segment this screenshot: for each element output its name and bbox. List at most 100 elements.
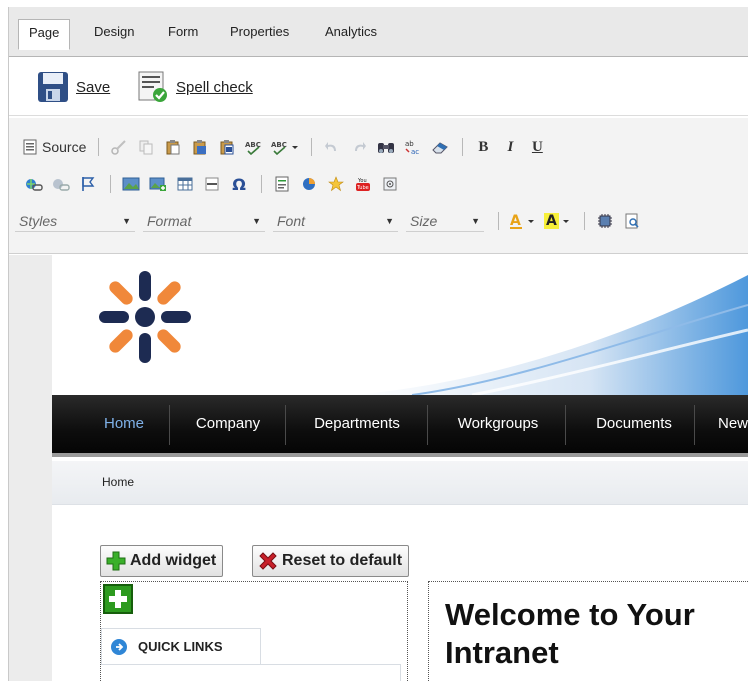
- horizontal-rule-button[interactable]: [201, 173, 223, 195]
- unlink-button[interactable]: [50, 173, 72, 195]
- anchor-button[interactable]: [77, 173, 99, 195]
- company-logo: [99, 271, 191, 363]
- redo-button[interactable]: [348, 136, 370, 158]
- bg-color-button[interactable]: A: [543, 210, 573, 232]
- paste-text-button[interactable]: [189, 136, 211, 158]
- add-widget-zone-button[interactable]: [103, 584, 133, 614]
- form-icon: [275, 176, 289, 192]
- clipboard-icon: [166, 140, 180, 155]
- cut-button[interactable]: [108, 136, 130, 158]
- chevron-down-icon: ▼: [385, 215, 394, 226]
- spell-check-button[interactable]: Spell check: [137, 70, 253, 104]
- special-char-button[interactable]: Ω: [228, 173, 250, 195]
- toolbar-row-3: Styles ▼ Format ▼ Font ▼ Size ▼ A A: [15, 208, 648, 234]
- scissors-icon: [111, 140, 127, 155]
- spell-check-tool-button[interactable]: ABC: [243, 136, 265, 158]
- youtube-bottom-text: Tube: [356, 185, 369, 191]
- text-color-button[interactable]: A: [508, 210, 538, 232]
- show-blocks-button[interactable]: [594, 210, 616, 232]
- text-color-icon: A: [510, 213, 534, 229]
- remove-format-button[interactable]: [429, 136, 451, 158]
- eraser-icon: [432, 142, 449, 154]
- undo-button[interactable]: [321, 136, 343, 158]
- insert-table-button[interactable]: [174, 173, 196, 195]
- svg-text:ac: ac: [411, 148, 419, 155]
- nav-separator: [285, 405, 286, 445]
- insert-link-button[interactable]: [23, 173, 45, 195]
- insert-form-button[interactable]: [271, 173, 293, 195]
- globe-link-icon: [26, 179, 43, 191]
- source-button[interactable]: Source: [23, 139, 86, 155]
- nav-item-documents[interactable]: Documents: [574, 395, 694, 453]
- breadcrumb-bar: Home: [52, 461, 748, 505]
- insert-media-button[interactable]: [147, 173, 169, 195]
- format-dropdown[interactable]: Format ▼: [143, 210, 265, 232]
- nav-separator: [565, 405, 566, 445]
- nav-item-departments[interactable]: Departments: [294, 395, 420, 453]
- nav-item-home[interactable]: Home: [88, 395, 160, 453]
- binoculars-icon: [378, 143, 395, 153]
- insert-widget-button[interactable]: [325, 173, 347, 195]
- pie-chart-icon: [303, 178, 315, 190]
- add-widget-button[interactable]: Add widget: [100, 545, 224, 577]
- horizontal-rule-icon: [205, 177, 219, 191]
- widget-zone-left: QUICK LINKS: [100, 581, 408, 681]
- copy-button[interactable]: [135, 136, 157, 158]
- tab-properties[interactable]: Properties: [220, 19, 299, 47]
- nav-item-news[interactable]: New: [704, 395, 748, 453]
- red-x-icon: [259, 552, 277, 570]
- insert-youtube-button[interactable]: You Tube: [352, 173, 374, 195]
- toolbar-separator: [98, 138, 100, 156]
- replace-icon: abac: [405, 140, 419, 155]
- editor-toolbar: Source ABC ABC ab ac B I U Ω You Tube St…: [9, 118, 748, 254]
- preview-button[interactable]: [621, 210, 643, 232]
- font-dropdown[interactable]: Font ▼: [273, 210, 398, 232]
- find-button[interactable]: [375, 136, 397, 158]
- tab-page[interactable]: Page: [18, 19, 71, 50]
- abc-dropdown-icon: ABC: [271, 141, 299, 155]
- quick-links-tab[interactable]: QUICK LINKS: [101, 628, 261, 664]
- preview-icon: [625, 213, 639, 229]
- document-icon: [23, 139, 37, 155]
- toolbar-separator: [261, 175, 262, 193]
- bold-button[interactable]: B: [472, 136, 494, 158]
- tab-form[interactable]: Form: [158, 19, 208, 47]
- svg-text:ab: ab: [405, 140, 414, 148]
- toolbar-separator: [462, 138, 464, 156]
- reset-label: Reset to default: [282, 552, 403, 569]
- insert-chart-button[interactable]: [298, 173, 320, 195]
- page-action-bar: Save Spell check: [9, 58, 748, 116]
- save-button[interactable]: Save: [37, 70, 110, 104]
- toolbar-separator: [110, 175, 111, 193]
- tab-analytics[interactable]: Analytics: [315, 19, 387, 47]
- spell-check-label: Spell check: [176, 78, 253, 96]
- nav-item-workgroups[interactable]: Workgroups: [436, 395, 560, 453]
- nav-item-company[interactable]: Company: [178, 395, 278, 453]
- styles-dropdown[interactable]: Styles ▼: [15, 210, 135, 232]
- paste-word-button[interactable]: [216, 136, 238, 158]
- chevron-down-icon: ▼: [471, 215, 480, 226]
- nav-separator: [427, 405, 428, 445]
- format-label: Format: [147, 212, 192, 229]
- insert-image-button[interactable]: [120, 173, 142, 195]
- tab-design[interactable]: Design: [84, 19, 144, 47]
- nav-separator: [694, 405, 695, 445]
- breadcrumb[interactable]: Home: [102, 475, 134, 489]
- view-tab-bar: Page Design Form Properties Analytics: [8, 7, 748, 57]
- quick-links-body: [101, 664, 401, 681]
- chevron-down-icon: ▼: [252, 215, 261, 226]
- reset-default-button[interactable]: Reset to default: [252, 545, 410, 577]
- size-label: Size: [410, 212, 438, 229]
- unlink-icon: [53, 179, 70, 191]
- spell-as-you-type-button[interactable]: ABC: [270, 136, 300, 158]
- size-dropdown[interactable]: Size ▼: [406, 210, 484, 232]
- add-widget-label: Add widget: [130, 552, 217, 569]
- paste-text-icon: [193, 140, 207, 155]
- insert-flash-button[interactable]: [379, 173, 401, 195]
- welcome-line-1: Welcome to Your: [445, 597, 695, 632]
- arrow-circle-icon: [111, 638, 127, 655]
- replace-button[interactable]: ab ac: [402, 136, 424, 158]
- underline-button[interactable]: U: [526, 136, 548, 158]
- paste-button[interactable]: [162, 136, 184, 158]
- italic-button[interactable]: I: [499, 136, 521, 158]
